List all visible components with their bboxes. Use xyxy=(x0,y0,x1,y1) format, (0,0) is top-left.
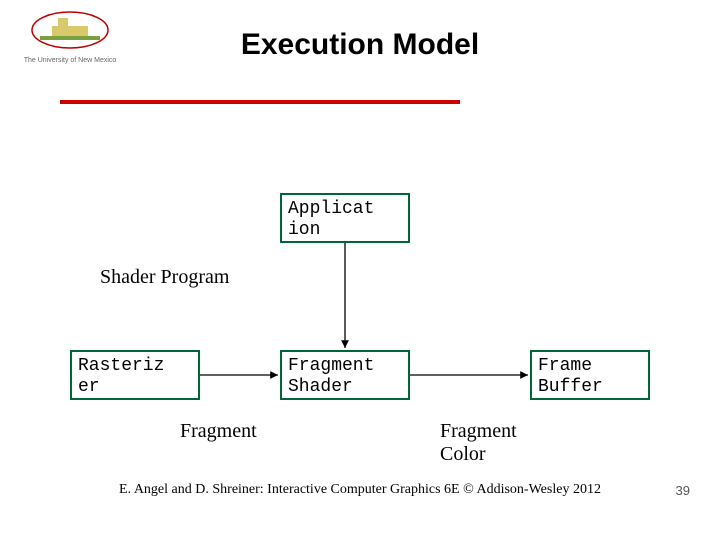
title-underline xyxy=(60,100,460,104)
edge-label-fragment-color: Fragment Color xyxy=(440,420,530,466)
edge-label-fragment: Fragment xyxy=(180,420,257,443)
node-application: Application xyxy=(280,193,410,243)
node-frame-buffer: FrameBuffer xyxy=(530,350,650,400)
page-number: 39 xyxy=(676,483,690,498)
node-rasterizer: Rasterizer xyxy=(70,350,200,400)
slide-title: Execution Model xyxy=(0,28,720,62)
node-fragment-shader: FragmentShader xyxy=(280,350,410,400)
footer-citation: E. Angel and D. Shreiner: Interactive Co… xyxy=(0,482,720,498)
edge-label-shader-program: Shader Program xyxy=(100,266,229,289)
